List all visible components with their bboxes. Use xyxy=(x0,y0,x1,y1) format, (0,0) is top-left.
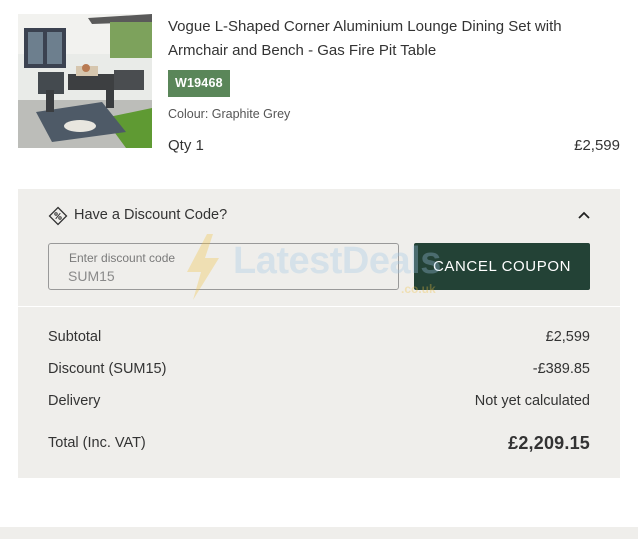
discount-panel: Have a Discount Code? Enter discount cod… xyxy=(18,189,620,306)
discount-heading: Have a Discount Code? xyxy=(74,207,228,223)
outdoor-furniture-photo xyxy=(18,14,152,148)
product-colour: Colour: Graphite Grey xyxy=(168,107,291,121)
delivery-value: Not yet calculated xyxy=(474,393,590,409)
product-title[interactable]: Vogue L-Shaped Corner Aluminium Lounge D… xyxy=(168,15,588,63)
bottom-section-edge xyxy=(0,527,638,539)
order-totals-panel: Subtotal £2,599 Discount (SUM15) -£389.8… xyxy=(18,307,620,478)
total-value: £2,209.15 xyxy=(508,433,590,453)
delivery-label: Delivery xyxy=(48,393,101,409)
discount-code-label: Enter discount code xyxy=(69,251,176,265)
discount-tag-icon xyxy=(48,206,68,226)
discount-toggle[interactable]: Have a Discount Code? xyxy=(18,189,620,241)
subtotal-value: £2,599 xyxy=(545,329,590,345)
discount-label: Discount (SUM15) xyxy=(48,361,167,377)
product-image[interactable] xyxy=(18,14,152,148)
product-quantity: Qty 1 xyxy=(168,137,204,154)
discount-code-input[interactable] xyxy=(68,266,368,286)
discount-code-field[interactable]: Enter discount code xyxy=(48,243,399,290)
product-price: £2,599 xyxy=(574,137,620,154)
chevron-up-icon[interactable] xyxy=(577,209,591,221)
cancel-coupon-button[interactable]: CANCEL COUPON xyxy=(414,243,590,290)
subtotal-label: Subtotal xyxy=(48,329,102,345)
total-label: Total (Inc. VAT) xyxy=(48,435,146,451)
discount-value: -£389.85 xyxy=(532,361,590,377)
sku-badge: W19468 xyxy=(168,70,230,97)
